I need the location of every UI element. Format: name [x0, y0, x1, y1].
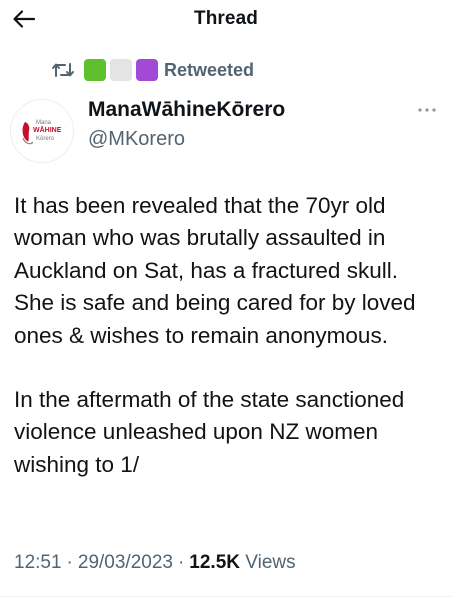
retweet-context: Retweeted [50, 56, 254, 84]
retweeted-label[interactable]: Retweeted [164, 60, 254, 81]
separator: · [66, 552, 73, 573]
mana-wahine-logo: Mana WĀHINE Kōrero [22, 120, 62, 145]
avatar[interactable]: Mana WĀHINE Kōrero [10, 99, 74, 163]
tweet-paragraph: In the aftermath of the state sanctioned… [14, 387, 405, 477]
author-display-name[interactable]: ManaWāhineKōrero [88, 98, 285, 122]
white-square-emoji [110, 59, 132, 81]
divider [0, 596, 452, 597]
tweet-paragraph: It has been revealed that the 70yr old w… [14, 193, 416, 348]
page-title: Thread [194, 8, 258, 29]
top-bar: Thread [0, 0, 452, 40]
views-count: 12.5K [189, 552, 240, 573]
svg-text:Mana: Mana [36, 120, 52, 126]
more-horizontal-icon [418, 108, 436, 112]
separator: · [177, 552, 185, 573]
purple-square-emoji [136, 59, 158, 81]
tweet-date[interactable]: 29/03/2023 [78, 552, 173, 573]
svg-text:WĀHINE: WĀHINE [33, 126, 62, 134]
green-square-emoji [84, 59, 106, 81]
more-options-button[interactable] [410, 100, 444, 120]
views-label: Views [245, 552, 296, 573]
svg-text:Kōrero: Kōrero [36, 136, 55, 142]
tweet-meta: 12:51 · 29/03/2023 · 12.5K Views [14, 552, 296, 574]
author-handle[interactable]: @MKorero [88, 128, 185, 151]
retweet-icon [50, 59, 76, 81]
tweet-time[interactable]: 12:51 [14, 552, 62, 573]
tweet-text: It has been revealed that the 70yr old w… [14, 190, 442, 481]
